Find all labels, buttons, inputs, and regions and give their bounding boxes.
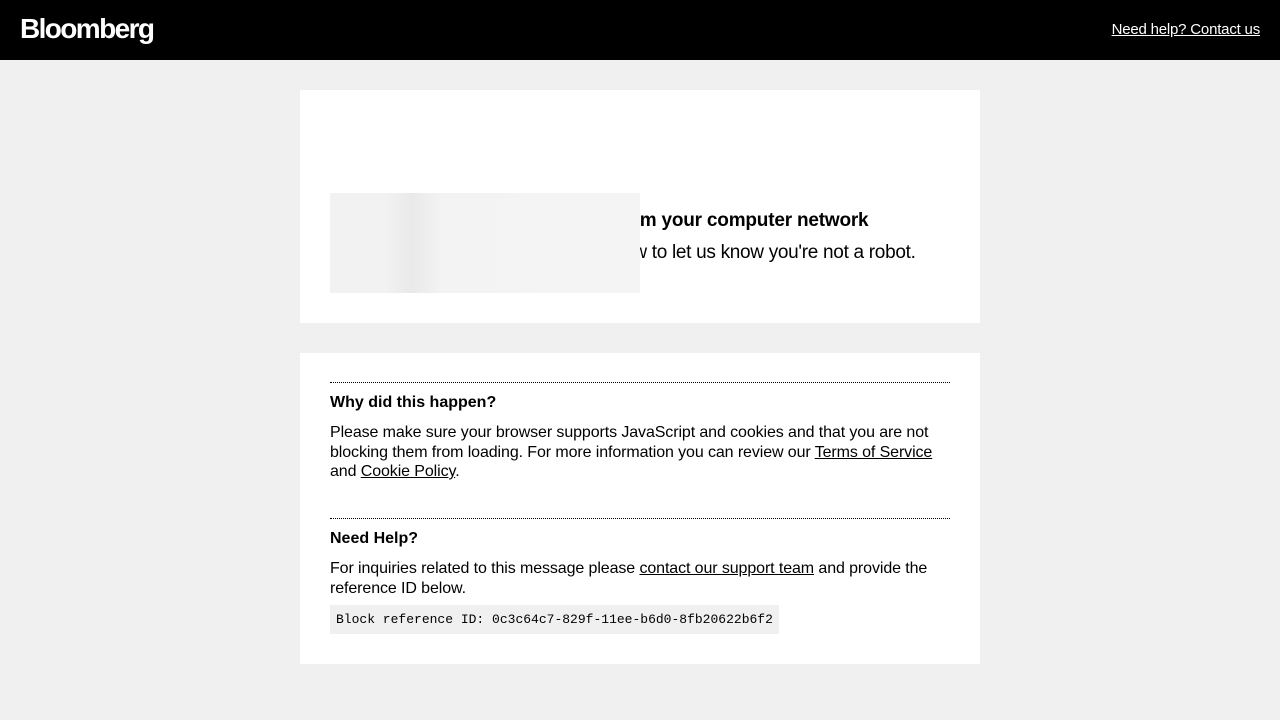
support-team-link[interactable]: contact our support team <box>639 560 814 577</box>
bloomberg-logo[interactable]: Bloomberg <box>20 12 155 46</box>
terms-of-service-link[interactable]: Terms of Service <box>815 444 933 461</box>
need-help-heading: Need Help? <box>330 530 419 547</box>
reference-label: Block reference ID: <box>336 612 485 627</box>
reference-id-value: 0c3c64c7-829f-11ee-b6d0-8fb20622b6f2 <box>492 612 773 627</box>
help-text-start: For inquiries related to this message pl… <box>330 560 640 577</box>
contact-us-link[interactable]: Need help? Contact us <box>1112 20 1261 40</box>
why-paragraph: Please make sure your browser supports J… <box>330 423 950 482</box>
captcha-checkbox-widget[interactable] <box>330 193 640 293</box>
section-divider <box>330 518 950 519</box>
block-reference-id: Block reference ID: 0c3c64c7-829f-11ee-b… <box>330 605 779 634</box>
cookie-policy-link[interactable]: Cookie Policy <box>361 463 456 480</box>
why-heading: Why did this happen? <box>330 394 497 411</box>
section-divider <box>330 382 950 383</box>
top-bar: Bloomberg Need help? Contact us <box>0 0 1280 60</box>
need-help-paragraph: For inquiries related to this message pl… <box>330 559 950 598</box>
why-text-middle: and <box>330 463 361 480</box>
why-text-end: . <box>455 463 460 480</box>
